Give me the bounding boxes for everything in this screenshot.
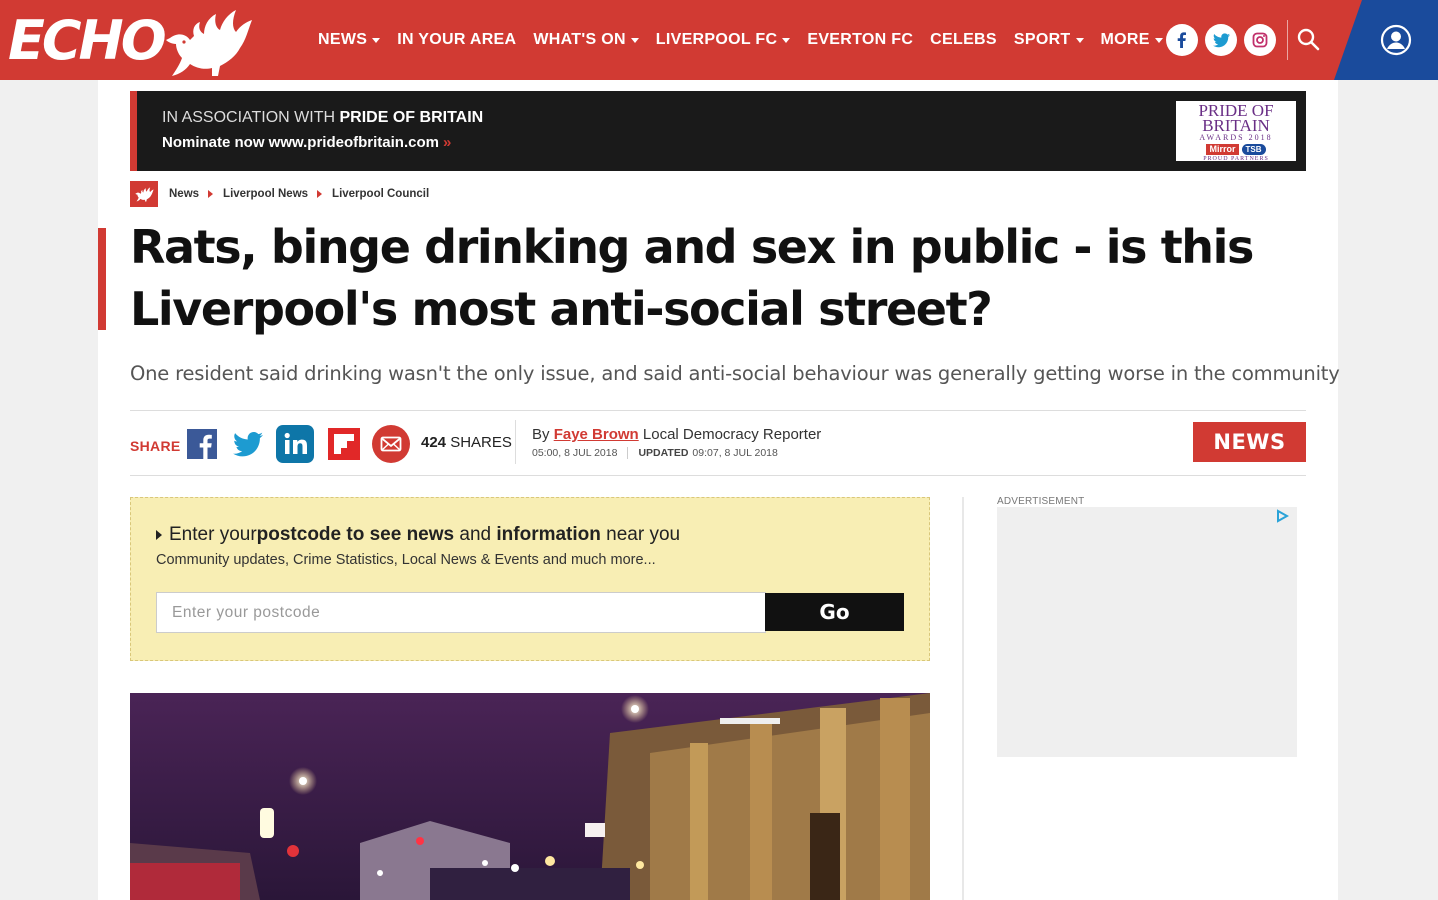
share-facebook-icon[interactable] <box>183 425 221 463</box>
pride-of-britain-logo: PRIDE OF BRITAIN AWARDS 2018 Mirror TSB … <box>1176 101 1296 162</box>
nav-more[interactable]: MORE <box>1101 31 1163 49</box>
divider <box>130 410 1306 411</box>
chevron-right-icon <box>317 190 323 198</box>
updated-label: UPDATED <box>638 447 689 459</box>
advertisement-slot[interactable] <box>997 507 1297 757</box>
banner-strong: PRIDE OF BRITAIN <box>339 109 484 126</box>
main-nav: NEWS IN YOUR AREA WHAT'S ON LIVERPOOL FC… <box>318 0 1163 80</box>
published-date: 05:00, 8 JUL 2018 <box>532 447 618 459</box>
facebook-icon[interactable] <box>1166 24 1198 56</box>
search-icon[interactable] <box>1296 27 1322 53</box>
caret-down-icon <box>630 37 639 43</box>
user-icon <box>1380 24 1412 56</box>
breadcrumb-liverpool-news[interactable]: Liverpool News <box>223 188 308 200</box>
nav-label: CELEBS <box>930 31 997 48</box>
nav-liverpool-fc[interactable]: LIVERPOOL FC <box>656 31 791 49</box>
postcode-go-button[interactable]: Go <box>765 593 904 631</box>
instagram-icon[interactable] <box>1244 24 1276 56</box>
nav-label: WHAT'S ON <box>533 31 626 48</box>
share-twitter-icon[interactable] <box>229 425 267 463</box>
banner-prefix: IN ASSOCIATION WITH <box>162 109 340 126</box>
breadcrumb: News Liverpool News Liverpool Council <box>130 181 429 207</box>
divider <box>130 475 1306 476</box>
pc-title-part: near you <box>600 524 681 545</box>
postcode-title: Enter your postcode to see news and info… <box>156 524 680 546</box>
account-button[interactable] <box>1334 0 1438 80</box>
nav-celebs[interactable]: CELEBS <box>930 31 997 49</box>
breadcrumb-news[interactable]: News <box>169 188 199 200</box>
caret-down-icon <box>782 37 791 43</box>
triangle-right-icon <box>156 530 162 540</box>
article-standfirst: One resident said drinking wasn't the on… <box>130 362 1340 385</box>
share-email-icon[interactable] <box>372 425 410 463</box>
headline-accent-bar <box>98 228 106 330</box>
updated-date: 09:07, 8 JUL 2018 <box>692 447 778 459</box>
header-divider <box>1287 20 1288 60</box>
breadcrumb-liverpool-council[interactable]: Liverpool Council <box>332 188 429 200</box>
column-divider <box>962 497 964 900</box>
divider <box>515 420 516 464</box>
pc-title-bold: information <box>496 524 601 545</box>
street-night-photo <box>130 693 930 900</box>
twitter-icon[interactable] <box>1205 24 1237 56</box>
pc-title-part: Enter your <box>169 524 257 545</box>
tsb-logo: TSB <box>1241 144 1266 155</box>
byline: By Faye Brown Local Democracy Reporter <box>532 426 821 443</box>
nav-label: SPORT <box>1013 31 1071 48</box>
nav-label: LIVERPOOL FC <box>655 31 778 48</box>
pob-proud-partners: PROUD PARTNERS <box>1203 156 1269 162</box>
nav-whats-on[interactable]: WHAT'S ON <box>533 31 639 49</box>
pob-awards: AWARDS 2018 <box>1199 133 1273 142</box>
banner-line2: Nominate now www.prideofbritain.com» <box>162 134 451 151</box>
share-label: SHARE <box>130 438 181 454</box>
chevron-right-icon: » <box>442 134 452 151</box>
caret-down-icon <box>1075 37 1084 43</box>
advertisement-label: ADVERTISEMENT <box>997 496 1085 507</box>
nav-sport[interactable]: SPORT <box>1014 31 1084 49</box>
divider <box>627 447 629 459</box>
postcode-widget: Enter your postcode to see news and info… <box>130 497 930 661</box>
banner-link-text: Nominate now www.prideofbritain.com <box>162 134 439 151</box>
liver-bird-icon[interactable] <box>130 181 158 207</box>
site-header: ECHO NEWS IN YOUR AREA WHAT'S ON LIVERPO… <box>0 0 1438 80</box>
article-dates: 05:00, 8 JUL 2018 UPDATED 09:07, 8 JUL 2… <box>532 447 778 459</box>
author-link[interactable]: Faye Brown <box>554 426 639 443</box>
nav-everton-fc[interactable]: EVERTON FC <box>807 31 913 49</box>
section-badge[interactable]: NEWS <box>1193 422 1306 462</box>
nav-news[interactable]: NEWS <box>318 31 381 49</box>
share-count: 424 SHARES <box>421 434 512 451</box>
nav-label: IN YOUR AREA <box>397 31 517 48</box>
pc-title-part: and <box>454 524 497 545</box>
share-linkedin-icon[interactable] <box>276 425 314 463</box>
nav-label: MORE <box>1100 31 1150 48</box>
adchoices-icon[interactable] <box>1275 509 1289 523</box>
logo-text: ECHO <box>8 9 167 72</box>
byline-prefix: By <box>532 426 554 443</box>
banner-line1: IN ASSOCIATION WITH PRIDE OF BRITAIN <box>162 109 483 127</box>
pob-title-2: BRITAIN <box>1202 116 1270 135</box>
caret-down-icon <box>1154 37 1163 43</box>
mirror-logo: Mirror <box>1206 144 1239 155</box>
pc-title-bold: postcode to see news <box>256 524 455 545</box>
pob-partners: Mirror TSB <box>1176 144 1296 155</box>
nav-label: EVERTON FC <box>807 31 914 48</box>
article-headline: Rats, binge drinking and sex in public -… <box>130 220 1254 336</box>
echo-logo[interactable]: ECHO <box>8 6 254 76</box>
author-role: Local Democracy Reporter <box>638 426 822 443</box>
liver-bird-icon <box>165 10 252 76</box>
caret-down-icon <box>372 37 381 43</box>
social-links <box>1166 24 1276 56</box>
share-count-number: 424 <box>421 434 447 451</box>
share-flipboard-icon[interactable] <box>325 425 363 463</box>
chevron-right-icon <box>208 190 214 198</box>
postcode-input[interactable] <box>156 592 766 633</box>
article-hero-image[interactable] <box>130 693 930 900</box>
nav-label: NEWS <box>318 31 368 48</box>
postcode-subtitle: Community updates, Crime Statistics, Loc… <box>156 552 656 568</box>
share-count-label: SHARES <box>446 434 512 451</box>
pride-of-britain-banner[interactable]: IN ASSOCIATION WITH PRIDE OF BRITAIN Nom… <box>130 91 1306 171</box>
nav-in-your-area[interactable]: IN YOUR AREA <box>397 31 516 49</box>
